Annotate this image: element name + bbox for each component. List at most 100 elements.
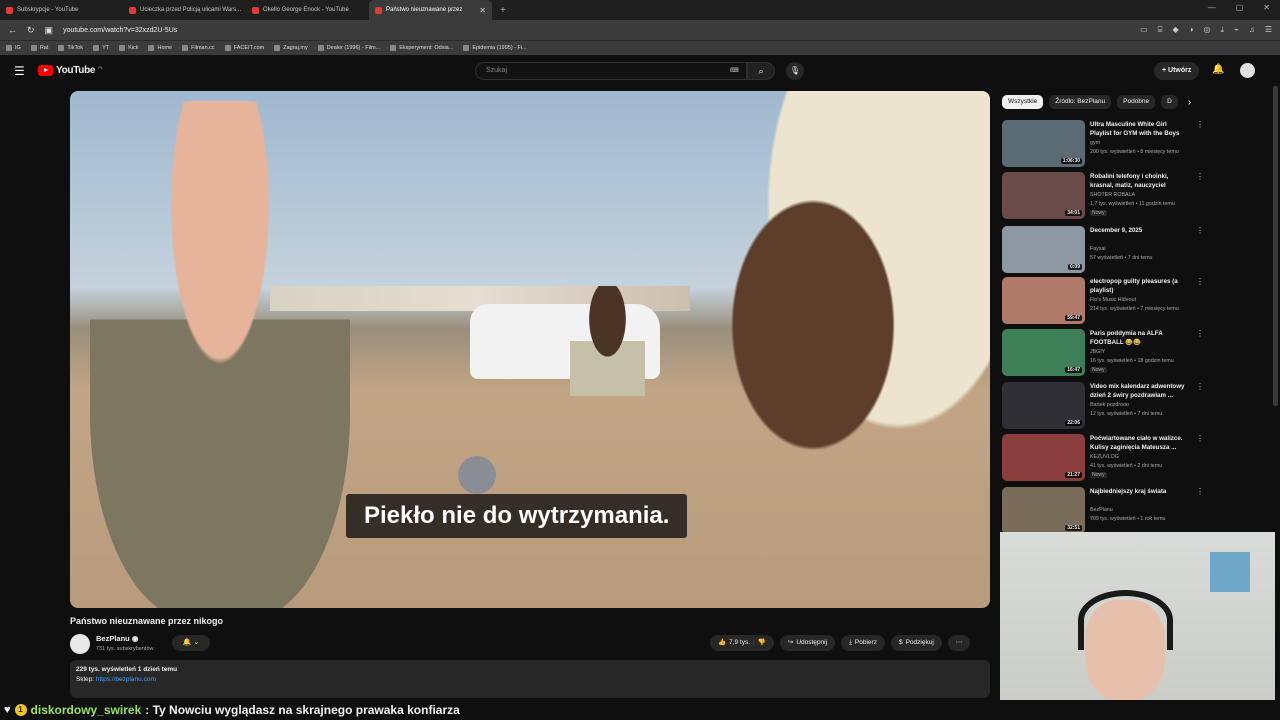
bookmark-item[interactable]: Eksperyment: Odsia... — [390, 45, 453, 51]
more-vertical-icon[interactable]: ⋮ — [1196, 382, 1204, 391]
bookmark-item[interactable]: IG — [6, 45, 21, 51]
recommended-video[interactable]: 16:47 Paris poddymia na ALFA FOOTBALL 😂😂 J… — [1002, 329, 1204, 379]
account-avatar[interactable] — [1240, 63, 1255, 78]
bookmark-item[interactable]: Filman.cc — [182, 45, 215, 51]
video-description[interactable]: 229 tys. wyświetleń 1 dzień temu Sklep: … — [70, 660, 990, 698]
new-tab-icon[interactable]: + — [500, 5, 506, 16]
recommended-video[interactable]: 0:09 December 9, 2025 Faysal 57 wyświetleń … — [1002, 226, 1204, 276]
recommended-video[interactable]: 34:01 Robalini telefony i choinki, krasna… — [1002, 172, 1204, 222]
more-vertical-icon[interactable]: ⋮ — [1196, 434, 1204, 443]
recommended-channel[interactable]: gym — [1090, 140, 1100, 146]
video-thumbnail[interactable]: 21:27 — [1002, 434, 1085, 481]
youtube-logo[interactable]: YouTube PL — [38, 65, 103, 76]
tab-close-icon[interactable]: ✕ — [479, 6, 486, 15]
minimize-icon[interactable]: — — [1208, 3, 1216, 12]
close-window-icon[interactable]: ✕ — [1263, 3, 1270, 12]
hamburger-menu-icon[interactable]: ☰ — [14, 64, 25, 78]
bookmark-item[interactable]: Kick — [119, 45, 138, 51]
more-vertical-icon[interactable]: ⋮ — [1196, 172, 1204, 181]
more-vertical-icon[interactable]: ⋮ — [1196, 120, 1204, 129]
recommended-channel[interactable]: JBGIY — [1090, 349, 1105, 355]
chip-more[interactable]: D — [1161, 95, 1178, 109]
bookmark-item[interactable]: Zagraj.my — [274, 45, 308, 51]
download-button[interactable]: ⤓ Pobierz — [841, 635, 885, 651]
browser-tab-active[interactable]: Państwo nieuznawane przez ✕ — [369, 0, 492, 20]
bookmark-item[interactable]: TikTok — [58, 45, 83, 51]
extension-icon[interactable]: ◆ — [1172, 25, 1178, 35]
search-input[interactable]: Szukaj — [475, 62, 747, 80]
recommended-channel[interactable]: BezPlanu — [1090, 507, 1113, 513]
recommended-title[interactable]: Ultra Masculine White Girl Playlist for … — [1090, 120, 1190, 138]
video-player[interactable]: Piekło nie do wytrzymania. — [70, 91, 990, 608]
recommended-title[interactable]: Video mix kalendarz adwentowy dzień 2 św… — [1090, 382, 1190, 400]
recommended-video[interactable]: 22:06 Video mix kalendarz adwentowy dzień… — [1002, 382, 1204, 432]
recommended-title[interactable]: electropop guilty pleasures (a playlist) — [1090, 277, 1190, 295]
like-button[interactable]: 👍 7,9 tys. | 👎 — [710, 635, 774, 651]
menu-icon[interactable]: ☰ — [1265, 25, 1272, 35]
video-thumbnail[interactable]: 34:01 — [1002, 172, 1085, 219]
voice-search-button[interactable]: 🎙 — [786, 62, 804, 80]
recommended-channel[interactable]: Bartek pozdrooo — [1090, 402, 1129, 408]
link-icon[interactable]: ⌁ — [1234, 25, 1239, 35]
media-icon[interactable]: ♫ — [1249, 25, 1255, 35]
more-vertical-icon[interactable]: ⋮ — [1196, 487, 1204, 496]
bookmark-item[interactable]: Epidemia (1995) - Fi... — [463, 45, 527, 51]
video-thumbnail[interactable]: 16:47 — [1002, 329, 1085, 376]
keyboard-icon[interactable]: ⌨ — [730, 67, 739, 74]
recommended-channel[interactable]: Flo's Music Hideout — [1090, 297, 1136, 303]
create-button[interactable]: + Utwórz — [1154, 62, 1200, 80]
bookmark-item[interactable]: Dealer (1996) - Film... — [317, 45, 380, 51]
bookmark-item[interactable]: YT — [93, 45, 109, 51]
recommended-video[interactable]: 59:47 electropop guilty pleasures (a play… — [1002, 277, 1204, 327]
browser-tab[interactable]: Ucieczka przed Policją ulicami Wars... — [123, 0, 246, 20]
browser-tab[interactable]: Subskrypcje - YouTube — [0, 0, 123, 20]
channel-name[interactable]: BezPlanu ◉ — [96, 634, 138, 643]
recommended-title[interactable]: Najbiedniejszy kraj świata — [1090, 487, 1190, 496]
recommended-title[interactable]: Paris poddymia na ALFA FOOTBALL 😂😂 — [1090, 329, 1190, 347]
cast-icon[interactable]: ▭ — [1140, 25, 1148, 35]
subscribed-bell-button[interactable]: 🔔 ⌄ — [172, 635, 210, 651]
page-scrollbar[interactable] — [1273, 86, 1278, 406]
page-info-icon[interactable]: ▣ — [45, 25, 54, 36]
thumbs-down-icon[interactable]: 👎 — [758, 635, 766, 651]
reload-icon[interactable]: ↻ — [27, 25, 35, 36]
bookmark-item[interactable]: FACEIT.com — [224, 45, 264, 51]
recommended-channel[interactable]: SHOTER ROBALA — [1090, 192, 1135, 198]
more-vertical-icon[interactable]: ⋮ — [1196, 329, 1204, 338]
video-thumbnail[interactable]: 32:51 — [1002, 487, 1085, 534]
chip-source[interactable]: Źródło: BezPlanu — [1049, 95, 1112, 109]
more-actions-button[interactable]: ⋯ — [947, 635, 971, 651]
channel-avatar[interactable] — [70, 634, 90, 654]
recommended-video[interactable]: 32:51 Najbiedniejszy kraj świata BezPlanu 7… — [1002, 487, 1204, 537]
recommended-video[interactable]: 21:27 Poćwiartowane ciało w walizce. Kuli… — [1002, 434, 1204, 484]
chevron-right-icon[interactable]: › — [1188, 97, 1191, 108]
recommended-channel[interactable]: KEZUVLOG — [1090, 454, 1119, 460]
chip-all[interactable]: Wszystkie — [1002, 95, 1044, 109]
recommended-title[interactable]: December 9, 2025 — [1090, 226, 1190, 235]
back-icon[interactable]: ← — [8, 25, 17, 35]
bookmark-item[interactable]: Home — [148, 45, 172, 51]
chat-extension-icon[interactable]: ◎ — [1203, 25, 1210, 35]
video-thumbnail[interactable]: 1:06:30 — [1002, 120, 1085, 167]
more-vertical-icon[interactable]: ⋮ — [1196, 226, 1204, 235]
recommended-title[interactable]: Robalini telefony i choinki, krasnal, ma… — [1090, 172, 1190, 190]
video-thumbnail[interactable]: 59:47 — [1002, 277, 1085, 324]
recommended-title[interactable]: Poćwiartowane ciało w walizce. Kulisy za… — [1090, 434, 1190, 452]
recommended-channel[interactable]: Faysal — [1090, 246, 1106, 252]
browser-tab[interactable]: Okello George Enock - YouTube — [246, 0, 369, 20]
chip-similar[interactable]: Podobne — [1117, 95, 1156, 109]
translate-icon[interactable]: ⌸ — [1158, 25, 1163, 35]
more-vertical-icon[interactable]: ⋮ — [1196, 277, 1204, 286]
url-field[interactable]: youtube.com/watch?v=32xzd2U-5Us — [63, 27, 177, 34]
search-button[interactable]: ⌕ — [747, 62, 775, 80]
shop-link[interactable]: https://bezplanu.com — [96, 676, 156, 683]
video-thumbnail[interactable]: 0:09 — [1002, 226, 1085, 273]
extension-icon[interactable]: ◑ — [1189, 25, 1194, 35]
maximize-icon[interactable]: ▢ — [1236, 3, 1244, 12]
share-button[interactable]: ↪ Udostępnij — [779, 635, 836, 651]
video-thumbnail[interactable]: 22:06 — [1002, 382, 1085, 429]
notifications-bell-icon[interactable]: 🔔 — [1212, 64, 1224, 75]
recommended-video[interactable]: 1:06:30 Ultra Masculine White Girl Playli… — [1002, 120, 1204, 170]
thanks-button[interactable]: $ Podziękuj — [890, 635, 942, 651]
download-icon[interactable]: ⤓ — [1220, 25, 1224, 35]
